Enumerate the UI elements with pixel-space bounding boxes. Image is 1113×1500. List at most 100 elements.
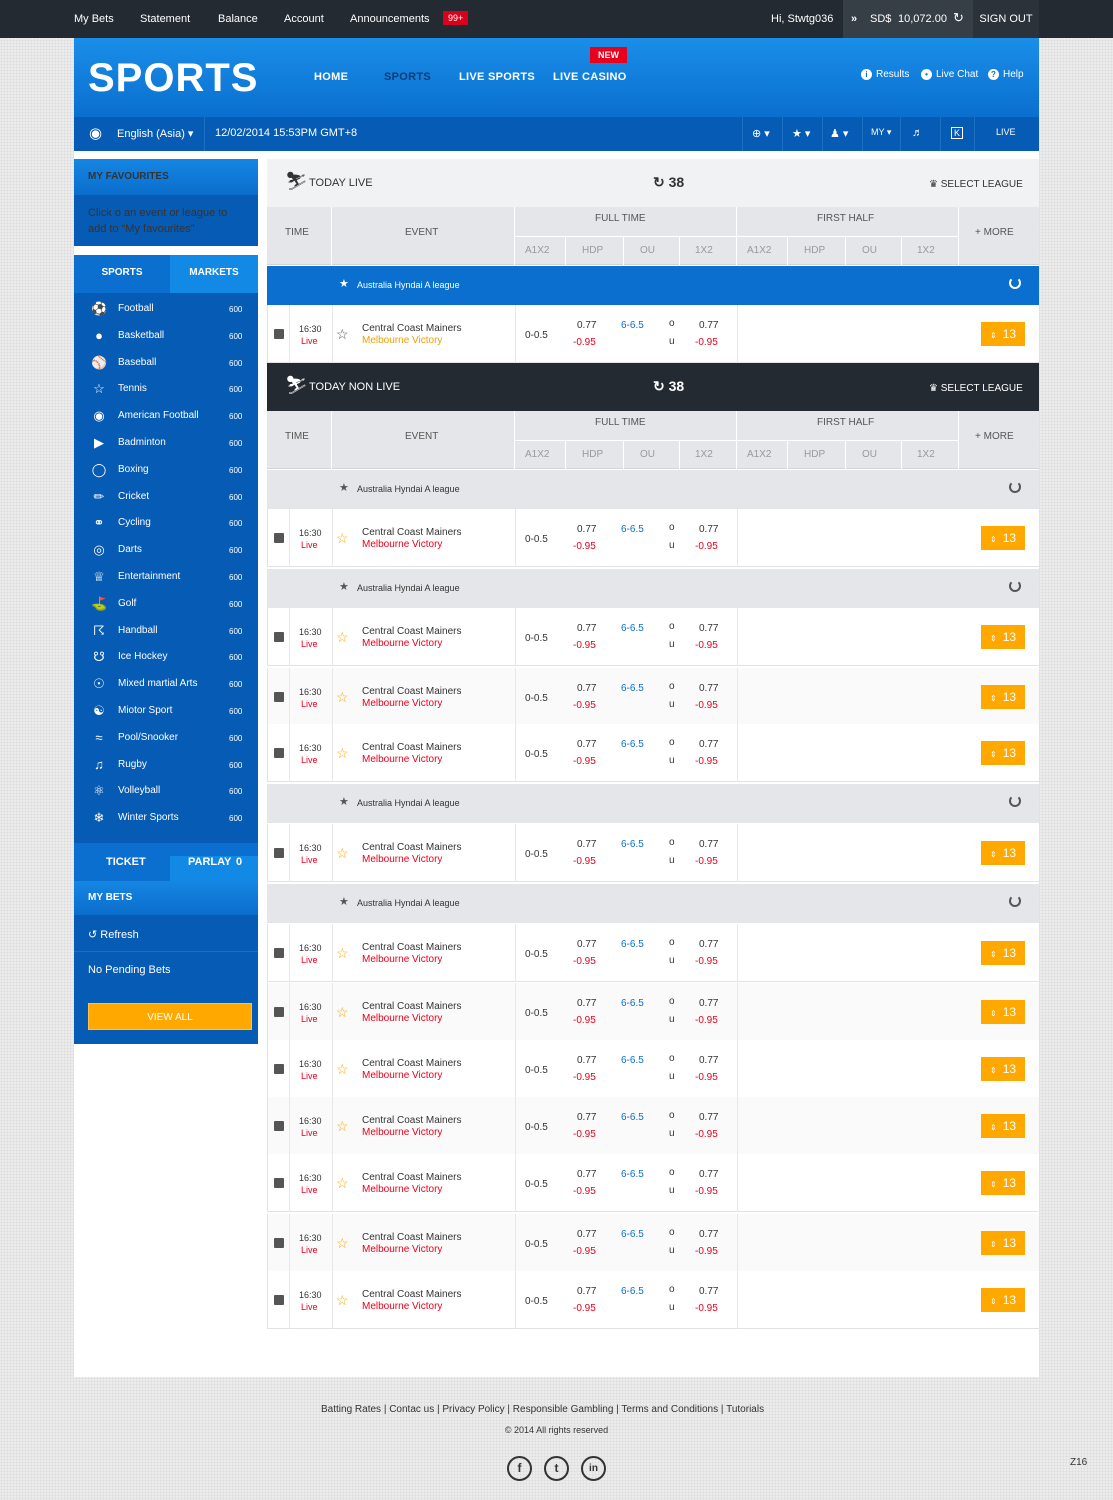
select-league-button[interactable]: ♛ SELECT LEAGUE [929,383,1023,394]
live-toggle[interactable]: LIVE [996,127,1016,137]
sidebar-item-tennis[interactable]: ☆ Tennis 600 [74,378,258,404]
my-bets-link[interactable]: My Bets [74,13,114,25]
sidebar-item-mixed-martial-arts[interactable]: ☉ Mixed martial Arts 600 [74,673,258,699]
odds-home[interactable]: 0.77 [577,524,596,535]
odds-under[interactable]: -0.95 [695,1186,718,1197]
odds-under[interactable]: -0.95 [695,1129,718,1140]
odds-under[interactable]: -0.95 [695,956,718,967]
odds-away[interactable]: -0.95 [573,1129,596,1140]
star-icon[interactable]: ★ [339,580,349,593]
event-row[interactable]: 16:30 Live ☆ Central Coast Mainers Melbourne… [267,724,1039,782]
more-bets-button[interactable]: ⇕ 13 [981,1171,1025,1195]
favourite-star-icon[interactable]: ☆ [336,1292,349,1309]
account-link[interactable]: Account [284,13,324,25]
odds-away[interactable]: -0.95 [573,756,596,767]
more-bets-button[interactable]: ⇕ 13 [981,841,1025,865]
sidebar-item-cycling[interactable]: ⚭ Cycling 600 [74,512,258,538]
odds-over[interactable]: 0.77 [699,839,718,850]
more-markets-button[interactable]: + MORE [975,227,1014,238]
favourite-star-icon[interactable]: ☆ [336,845,349,862]
view-all-button[interactable]: VIEW ALL [88,1003,252,1030]
footer-link[interactable]: Tutorials [726,1404,764,1415]
footer-link[interactable]: Responsible Gambling [513,1404,614,1415]
tab-sports[interactable]: SPORTS [74,255,170,293]
odds-home[interactable]: 0.77 [577,839,596,850]
odds-home[interactable]: 0.77 [577,1112,596,1123]
sidebar-item-badminton[interactable]: ▶ Badminton 600 [74,432,258,458]
sound-icon[interactable]: ♬ [912,127,923,139]
odds-away[interactable]: -0.95 [573,856,596,867]
favourite-star-icon[interactable]: ☆ [336,945,349,962]
odds-away[interactable]: -0.95 [573,337,596,348]
user-menu-icon[interactable]: ♟ ▾ [830,127,848,140]
odds-home[interactable]: 0.77 [577,1286,596,1297]
stats-icon[interactable] [274,848,284,858]
favourite-star-icon[interactable]: ☆ [336,1235,349,1252]
announcements-link[interactable]: Announcements [350,13,430,25]
event-row[interactable]: 16:30 Live ☆ Central Coast Mainers Melbourne… [267,1271,1039,1329]
language-select[interactable]: English (Asia) ▾ [117,127,193,140]
footer-link[interactable]: Terms and Conditions [621,1404,718,1415]
favourite-star-icon[interactable]: ☆ [336,745,349,762]
event-row[interactable]: 16:30 Live ☆ Central Coast Mainers Melbourne… [267,305,1039,363]
refresh-icon[interactable] [1009,895,1021,907]
nav-live-casino[interactable]: LIVE CASINO [553,71,627,83]
odds-under[interactable]: -0.95 [695,1015,718,1026]
odds-home[interactable]: 0.77 [577,739,596,750]
event-row[interactable]: 16:30 Live ☆ Central Coast Mainers Melbourne… [267,608,1039,666]
tab-markets[interactable]: MARKETS [170,255,258,293]
odds-home[interactable]: 0.77 [577,1229,596,1240]
odds-away[interactable]: -0.95 [573,700,596,711]
help-link[interactable]: ? Help [988,69,1024,80]
footer-link[interactable]: Batting Rates [321,1404,381,1415]
balance-link[interactable]: Balance [218,13,258,25]
favourite-star-icon[interactable]: ☆ [336,1061,349,1078]
odds-under[interactable]: -0.95 [695,640,718,651]
more-markets-button[interactable]: + MORE [975,431,1014,442]
stats-icon[interactable] [274,329,284,339]
favourite-star-icon[interactable]: ☆ [336,1118,349,1135]
sidebar-item-handball[interactable]: ☈ Handball 600 [74,620,258,646]
refresh-balance-icon[interactable]: ↻ [953,10,964,26]
more-bets-button[interactable]: ⇕ 13 [981,322,1025,346]
odds-under[interactable]: -0.95 [695,1303,718,1314]
sidebar-item-golf[interactable]: ⛳ Golf 600 [74,593,258,619]
more-bets-button[interactable]: ⇕ 13 [981,1057,1025,1081]
odds-over[interactable]: 0.77 [699,683,718,694]
sidebar-item-boxing[interactable]: ◯ Boxing 600 [74,459,258,485]
sidebar-item-darts[interactable]: ◎ Darts 600 [74,539,258,565]
odds-over[interactable]: 0.77 [699,998,718,1009]
league-header[interactable]: ★ Australia Hyndai A league [267,784,1039,823]
odds-under[interactable]: -0.95 [695,541,718,552]
sidebar-item-ice-hockey[interactable]: ☋ Ice Hockey 600 [74,646,258,672]
event-row[interactable]: 16:30 Live ☆ Central Coast Mainers Melbourne… [267,1214,1039,1272]
odds-away[interactable]: -0.95 [573,640,596,651]
footer-link[interactable]: Privacy Policy [442,1404,504,1415]
refresh-icon[interactable] [1009,481,1021,493]
odds-over[interactable]: 0.77 [699,1229,718,1240]
event-row[interactable]: 16:30 Live ☆ Central Coast Mainers Melbourne… [267,1097,1039,1155]
odds-under[interactable]: -0.95 [695,1246,718,1257]
twitter-icon[interactable]: t [544,1456,569,1481]
stats-icon[interactable] [274,533,284,543]
more-bets-button[interactable]: ⇕ 13 [981,941,1025,965]
star-icon[interactable]: ★ [339,481,349,494]
results-link[interactable]: i Results [861,69,909,80]
favourite-star-icon[interactable]: ☆ [336,629,349,646]
odds-away[interactable]: -0.95 [573,541,596,552]
keyboard-icon[interactable]: K [951,127,964,139]
more-bets-button[interactable]: ⇕ 13 [981,625,1025,649]
odds-home[interactable]: 0.77 [577,320,596,331]
odds-over[interactable]: 0.77 [699,1112,718,1123]
tab-ticket[interactable]: TICKET [106,856,146,868]
star-icon[interactable]: ★ [339,795,349,808]
sidebar-item-pool-snooker[interactable]: ≈ Pool/Snooker 600 [74,727,258,753]
event-row[interactable]: 16:30 Live ☆ Central Coast Mainers Melbourne… [267,668,1039,726]
sign-out-button[interactable]: SIGN OUT [973,0,1039,38]
odds-over[interactable]: 0.77 [699,623,718,634]
odds-away[interactable]: -0.95 [573,1186,596,1197]
sidebar-item-miotor-sport[interactable]: ☯ Miotor Sport 600 [74,700,258,726]
favourites-menu-icon[interactable]: ★ ▾ [792,127,810,140]
event-row[interactable]: 16:30 Live ☆ Central Coast Mainers Melbourne… [267,1040,1039,1098]
odds-away[interactable]: -0.95 [573,956,596,967]
